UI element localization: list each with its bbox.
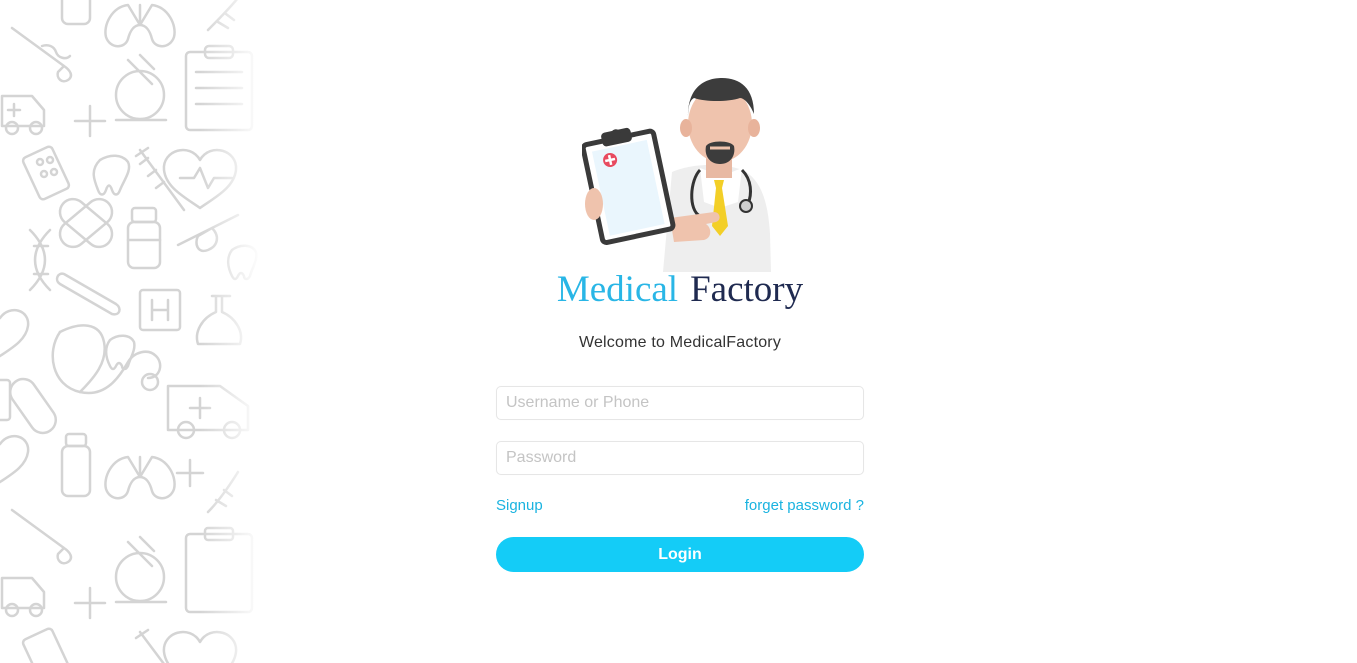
pattern-fade bbox=[200, 0, 262, 663]
brand-logo-text: Medical Factory bbox=[496, 266, 864, 314]
brand-name-part-medical: Medical bbox=[556, 269, 679, 310]
login-button[interactable]: Login bbox=[496, 537, 864, 572]
password-input[interactable] bbox=[496, 441, 864, 475]
forget-password-link[interactable]: forget password ? bbox=[745, 497, 864, 515]
signup-link[interactable]: Signup bbox=[496, 497, 543, 515]
welcome-message: Welcome to MedicalFactory bbox=[578, 334, 782, 351]
doctor-with-clipboard-icon bbox=[580, 76, 782, 272]
auth-links-row: Signup forget password ? bbox=[496, 497, 864, 517]
login-panel: Medical Factory Welcome to MedicalFactory… bbox=[496, 0, 864, 663]
medical-doodle-pattern-icon bbox=[0, 0, 262, 663]
username-input[interactable] bbox=[496, 386, 864, 420]
brand-name-part-factory: Factory bbox=[690, 269, 804, 310]
login-page: Medical Factory Welcome to MedicalFactory… bbox=[0, 0, 1357, 663]
